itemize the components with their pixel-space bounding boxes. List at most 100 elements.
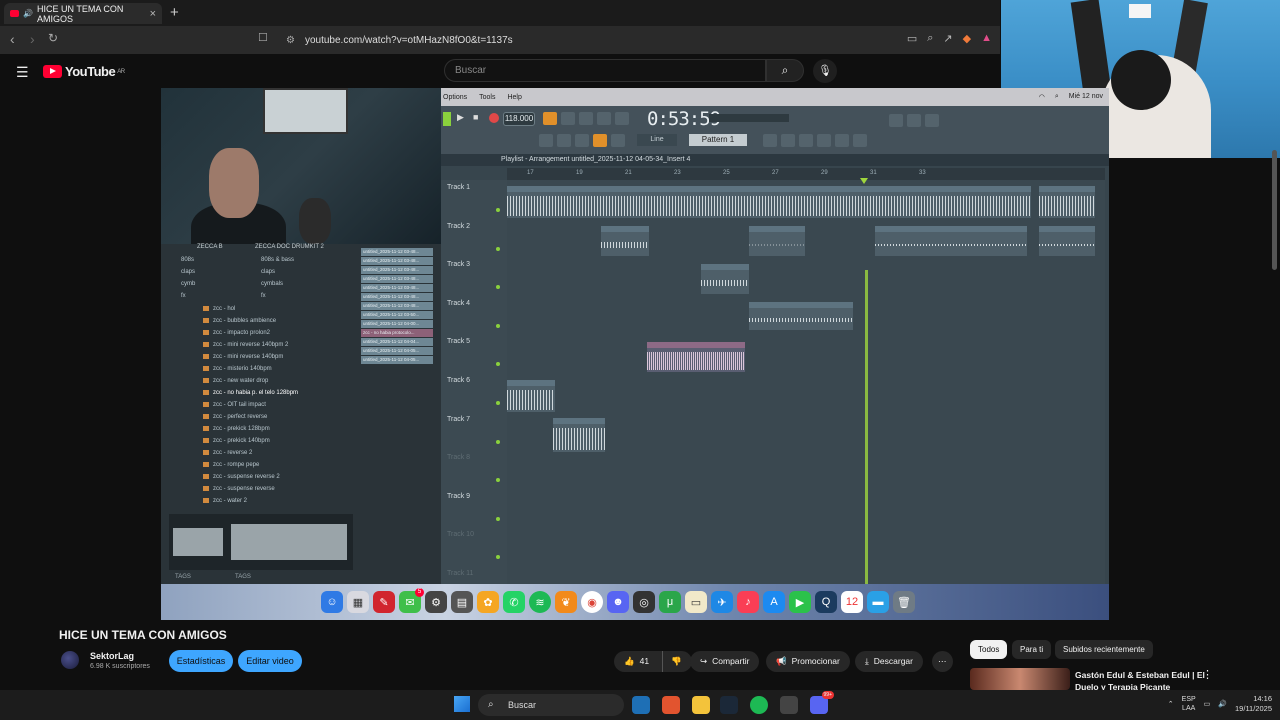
piano-roll-icon[interactable] xyxy=(781,134,795,147)
menu-options[interactable]: Options xyxy=(443,94,467,101)
arrow-icon[interactable] xyxy=(557,134,571,147)
fx-sample-item[interactable]: zcc - perfect reverse xyxy=(203,411,298,423)
audio-clip[interactable]: untitled xyxy=(1039,226,1095,256)
brave-shield-icon[interactable]: ◆ xyxy=(963,32,971,45)
stop-icon[interactable]: ■ xyxy=(473,112,478,122)
menu-help[interactable]: Help xyxy=(507,94,521,101)
tray-chevron-icon[interactable]: ⌃ xyxy=(1168,700,1174,708)
edit-video-button[interactable]: Editar video xyxy=(238,650,302,672)
channel-name[interactable]: SektorLag xyxy=(90,651,134,661)
audio-clip[interactable]: zcc - no habia pro...o el telo 128bpm xyxy=(647,342,745,372)
track-mute-led[interactable] xyxy=(496,208,500,212)
search-input[interactable]: Buscar xyxy=(444,59,766,82)
folder-icon[interactable]: ▬ xyxy=(867,591,889,613)
volume-icon[interactable]: 🔊 xyxy=(1218,700,1227,708)
voice-search-button[interactable]: 🎙 xyxy=(813,59,837,83)
channel-rack-icon[interactable] xyxy=(799,134,813,147)
audio-clip[interactable]: Rochy RD Type Beat - Instrumental De Dem… xyxy=(507,186,1031,218)
facetime-icon[interactable]: ▶ xyxy=(789,591,811,613)
track-name[interactable]: Track 2 xyxy=(447,223,470,230)
steam-icon[interactable] xyxy=(720,696,738,714)
mic-input-icon[interactable] xyxy=(925,114,939,127)
pencil-icon[interactable] xyxy=(575,134,589,147)
site-info-icon[interactable]: ⚙ xyxy=(286,35,295,46)
chip-recent[interactable]: Subidos recientemente xyxy=(1055,640,1153,659)
app-store-icon[interactable]: A xyxy=(763,591,785,613)
bookmark-icon[interactable]: ☐ xyxy=(258,31,268,44)
messages-icon[interactable]: ✉ 5 xyxy=(399,588,424,613)
discord-icon[interactable]: 99+ xyxy=(810,691,834,714)
zoom-icon[interactable]: ⌕ xyxy=(927,32,933,45)
finder-icon[interactable]: ☺ xyxy=(321,591,343,613)
fx-sample-item[interactable]: zcc - no habia p. el telo 128bpm xyxy=(203,387,298,399)
fx-sample-item[interactable]: zcc - bubbles ambience xyxy=(203,315,298,327)
stats-button[interactable]: Estadísticas xyxy=(169,650,233,672)
track-mute-led[interactable] xyxy=(496,323,500,328)
audio-clip[interactable]: untitled_2025-11-12 04-05-34_Insert 4 xyxy=(875,226,1027,256)
speaker-icon[interactable]: 🔊 xyxy=(23,9,33,18)
link-icon[interactable] xyxy=(593,134,607,147)
close-tab-icon[interactable]: × xyxy=(150,8,156,20)
more-actions-button[interactable]: ⋯ xyxy=(932,651,953,672)
forward-icon[interactable]: › xyxy=(30,31,35,47)
track-name[interactable]: Track 4 xyxy=(447,300,470,307)
mixer-icon[interactable] xyxy=(817,134,831,147)
folder-icon[interactable] xyxy=(692,696,710,714)
youtube-logo[interactable]: YouTube AR xyxy=(43,64,125,79)
pattern-item[interactable]: untitled_2025-11-12 03-48... xyxy=(361,248,433,256)
playlist-lanes[interactable]: Rochy RD Type Beat - Instrumental De Dem… xyxy=(507,180,1105,620)
quicktime-icon[interactable]: Q xyxy=(815,591,837,613)
track-name[interactable]: Track 7 xyxy=(447,416,470,423)
fx-sample-item[interactable]: zcc - impacto prolon2 xyxy=(203,327,298,339)
network-icon[interactable]: ▭ xyxy=(1204,700,1211,708)
track-mute-led[interactable] xyxy=(496,285,500,290)
tempo-display[interactable]: 118.000 xyxy=(503,112,535,126)
audio-clip[interactable]: untitled_2025-11-...04-05-06_Insert 4 xyxy=(749,302,853,330)
stamp-icon[interactable] xyxy=(611,134,625,147)
safari-icon[interactable]: ✈ xyxy=(711,591,733,613)
pattern-item[interactable]: untitled_2025-11-12 03-48... xyxy=(361,266,433,274)
brave-browser-icon[interactable] xyxy=(662,696,680,714)
snap-icon[interactable] xyxy=(539,134,553,147)
track-name[interactable]: Track 8 xyxy=(447,454,470,461)
discord-icon[interactable]: ☻ xyxy=(607,591,629,613)
fx-sample-item[interactable]: zcc - prekick 128bpm xyxy=(203,423,298,435)
share-page-icon[interactable]: ↗ xyxy=(943,32,952,45)
pattern-item[interactable]: untitled_2025-11-12 03-48... xyxy=(361,302,433,310)
track-mute-led[interactable] xyxy=(496,439,500,444)
pattern-item[interactable]: untitled_2025-11-12 04-00... xyxy=(361,320,433,328)
track-name[interactable]: Track 1 xyxy=(447,184,470,191)
track-name[interactable]: Track 6 xyxy=(447,377,470,384)
fx-sample-item[interactable]: zcc - misterio 140bpm xyxy=(203,363,298,375)
page-scrollbar[interactable] xyxy=(1272,150,1277,270)
obs-icon[interactable] xyxy=(780,696,798,714)
playlist-icon[interactable] xyxy=(763,134,777,147)
folder-item[interactable]: claps xyxy=(261,266,294,278)
track-mute-led[interactable] xyxy=(496,516,500,521)
track-mute-led[interactable] xyxy=(496,246,500,251)
help-icon[interactable] xyxy=(907,114,921,127)
pattern-item[interactable]: untitled_2025-11-12 03-48... xyxy=(361,257,433,265)
video-player[interactable]: ZECCA B ZECCA DOC DRUMKIT 2 808s claps c… xyxy=(161,88,1109,620)
search-button[interactable]: ⌕ xyxy=(766,59,804,82)
pattern-item[interactable]: untitled_2025-11-12 03-48... xyxy=(361,284,433,292)
folder-item[interactable]: cymb xyxy=(181,278,195,290)
pattern-item[interactable]: untitled_2025-11-12 04-05... xyxy=(361,356,433,364)
pattern-item[interactable]: untitled_2025-11-12 03-48... xyxy=(361,275,433,283)
track-mute-led[interactable] xyxy=(496,555,500,560)
pattern-item[interactable]: untitled_2025-11-12 04-05... xyxy=(361,347,433,355)
share-button[interactable]: ↪ Compartir xyxy=(690,651,760,672)
audio-clip[interactable]: untitled_Insert 4 xyxy=(507,380,555,412)
track-name[interactable]: Track 9 xyxy=(447,493,470,500)
like-button[interactable]: 👍 41 👎 xyxy=(614,651,692,672)
language-indicator[interactable]: ESP LAA xyxy=(1182,695,1196,713)
app-icon[interactable]: ✎ xyxy=(373,591,395,613)
fx-sample-item[interactable]: zcc - OIT tail impact xyxy=(203,399,298,411)
track-mute-led[interactable] xyxy=(496,362,500,367)
fx-sample-item[interactable]: zcc - rompe pepe xyxy=(203,459,298,471)
audio-clip[interactable] xyxy=(1039,186,1095,218)
track-name[interactable]: Track 10 xyxy=(447,531,474,538)
line-mode-select[interactable]: Line xyxy=(637,134,677,146)
thumbs-down-icon[interactable]: 👎 xyxy=(662,651,682,672)
browser-tab[interactable]: 🔊 HICE UN TEMA CON AMIGOS × xyxy=(4,3,162,24)
